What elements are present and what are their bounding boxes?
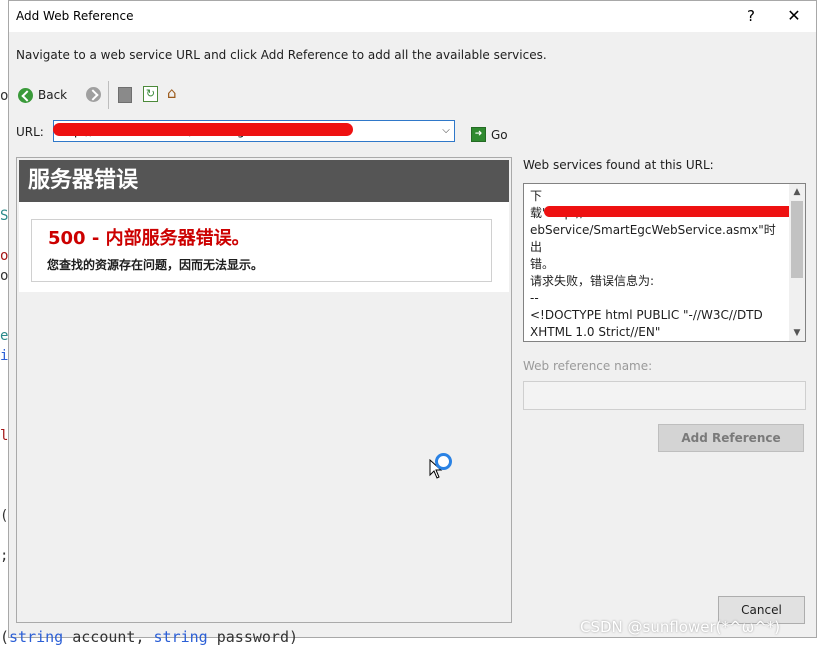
scrollbar[interactable]: ▲ ▼ bbox=[789, 184, 805, 341]
error-header: 服务器错误 bbox=[19, 160, 509, 202]
redaction-mark bbox=[53, 123, 353, 136]
stop-icon[interactable] bbox=[118, 87, 132, 103]
dialog-title: Add Web Reference bbox=[16, 9, 134, 23]
add-web-reference-dialog: Add Web Reference ? ✕ Navigate to a web … bbox=[8, 0, 817, 638]
services-found-label: Web services found at this URL: bbox=[523, 158, 714, 172]
refresh-icon[interactable]: ↻ bbox=[143, 86, 158, 102]
bg-code-line: (string account, string password) bbox=[0, 628, 299, 646]
scroll-down-icon[interactable]: ▼ bbox=[789, 325, 805, 341]
browser-toolbar: Back ↻ ⌂ bbox=[16, 81, 316, 109]
go-label: Go bbox=[491, 127, 508, 142]
add-reference-button[interactable]: Add Reference bbox=[658, 424, 804, 452]
back-button[interactable]: Back bbox=[18, 85, 67, 105]
home-icon[interactable]: ⌂ bbox=[167, 85, 183, 101]
scroll-thumb[interactable] bbox=[791, 201, 803, 278]
close-button[interactable]: ✕ bbox=[779, 4, 809, 28]
go-arrow-icon: ➜ bbox=[471, 127, 486, 142]
url-label: URL: bbox=[16, 125, 44, 139]
reference-name-label: Web reference name: bbox=[523, 359, 653, 373]
back-label: Back bbox=[38, 88, 68, 102]
help-button[interactable]: ? bbox=[736, 4, 766, 28]
browser-pane[interactable]: 服务器错误 500 - 内部服务器错误。 您查找的资源存在问题，因而无法显示。 bbox=[16, 157, 512, 623]
go-button[interactable]: ➜ Go bbox=[471, 127, 508, 142]
reference-name-input[interactable] bbox=[523, 381, 806, 410]
error-content: 500 - 内部服务器错误。 您查找的资源存在问题，因而无法显示。 bbox=[19, 202, 509, 292]
chevron-down-icon[interactable]: ⌵ bbox=[438, 121, 454, 141]
error-description: 您查找的资源存在问题，因而无法显示。 bbox=[47, 258, 264, 272]
toolbar-separator bbox=[108, 81, 109, 109]
error-box: 500 - 内部服务器错误。 您查找的资源存在问题，因而无法显示。 bbox=[31, 219, 492, 282]
redaction-mark bbox=[544, 206, 796, 217]
forward-arrow-icon[interactable] bbox=[86, 87, 101, 102]
scroll-up-icon[interactable]: ▲ bbox=[789, 184, 805, 200]
back-arrow-icon bbox=[18, 87, 33, 103]
watermark: CSDN @sunflower(*^ω^*) bbox=[580, 618, 781, 636]
error-code: 500 - 内部服务器错误。 bbox=[48, 228, 250, 249]
title-bar: Add Web Reference ? ✕ bbox=[9, 1, 816, 32]
busy-spinner-icon bbox=[435, 453, 452, 470]
services-found-box[interactable]: 下 载"http:// ebService/SmartEgcWebService… bbox=[523, 183, 806, 342]
intro-text: Navigate to a web service URL and click … bbox=[16, 48, 547, 62]
